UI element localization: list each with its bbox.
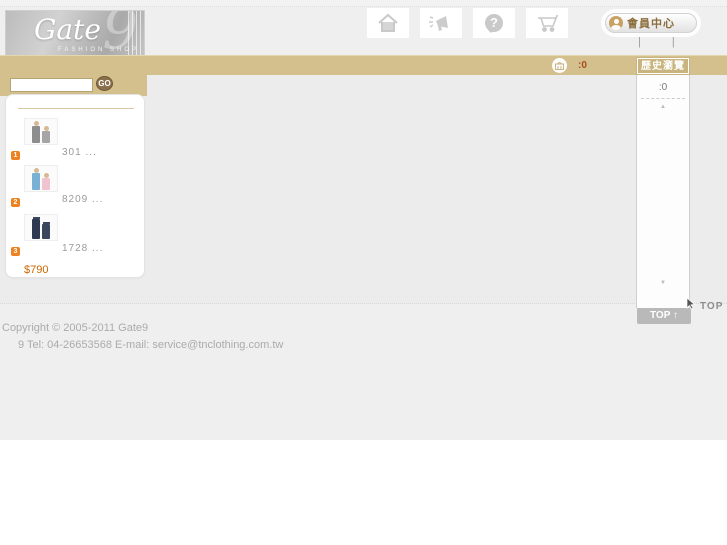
home-icon [376, 12, 400, 34]
top-strip [0, 0, 727, 7]
product-price: $790 [24, 264, 49, 276]
announcement-button[interactable] [420, 8, 462, 38]
page: 9 Gate FASHION SHOP ? 會員中心 | |:0 GO 1 3… [0, 0, 727, 545]
ranking-panel: 1 301 ... $390 2 8209 ... $188 3 1728 ..… [5, 94, 145, 278]
site-logo[interactable]: 9 Gate FASHION SHOP [5, 10, 145, 56]
notice-bar [0, 55, 727, 75]
scroll-down-icon[interactable]: ▼ [637, 280, 689, 286]
history-count: :0 [658, 82, 668, 93]
search-go-button[interactable]: GO [96, 76, 113, 91]
header-link-separators: | | [638, 36, 689, 48]
cart-button[interactable] [526, 8, 568, 38]
rank-badge: 2 [11, 198, 20, 207]
product-code: 1728 ... [62, 243, 104, 254]
product-code: 8209 ... [62, 194, 104, 205]
product-row-3[interactable]: 3 1728 ... $790 [6, 214, 146, 276]
member-avatar-icon [609, 16, 623, 30]
help-icon: ? [485, 14, 503, 33]
member-center-button[interactable]: 會員中心 [605, 13, 697, 33]
search-input[interactable] [10, 78, 93, 92]
home-button[interactable] [367, 8, 409, 38]
product-thumbnail [24, 165, 58, 192]
mouse-cursor [686, 297, 696, 315]
rank-badge: 1 [11, 151, 20, 160]
back-to-top-link[interactable]: TOP [700, 301, 723, 312]
product-thumbnail [24, 214, 58, 241]
help-button[interactable]: ? [473, 8, 515, 38]
product-row-2[interactable]: 2 8209 ... $188 [6, 165, 146, 227]
basket-count-icon [552, 58, 567, 73]
product-code: 301 ... [62, 147, 97, 158]
history-divider [641, 98, 685, 99]
logo-stripes [128, 11, 144, 55]
cart-count-text: :0 [578, 60, 587, 71]
member-center-label: 會員中心 [627, 18, 675, 30]
logo-title: Gate [34, 13, 101, 46]
product-thumbnail [24, 118, 58, 145]
history-top-button[interactable]: TOP ↑ [637, 308, 691, 324]
history-panel: 歷史瀏覽 :0 ▲ ▼ TOP ↑ [636, 57, 691, 324]
announcement-icon [428, 12, 454, 34]
footer-copyright: Copyright © 2005-2011 Gate9 [2, 322, 149, 334]
logo-subtitle: FASHION SHOP [58, 47, 140, 53]
scroll-up-icon[interactable]: ▲ [637, 104, 689, 110]
history-panel-title: 歷史瀏覽 [636, 57, 690, 75]
footer-contact: 9 Tel: 04-26653568 E-mail: service@tnclo… [18, 339, 284, 351]
panel-divider [18, 108, 134, 109]
rank-badge: 3 [11, 247, 20, 256]
product-row-1[interactable]: 1 301 ... $390 [6, 118, 146, 180]
cart-icon [534, 12, 560, 34]
